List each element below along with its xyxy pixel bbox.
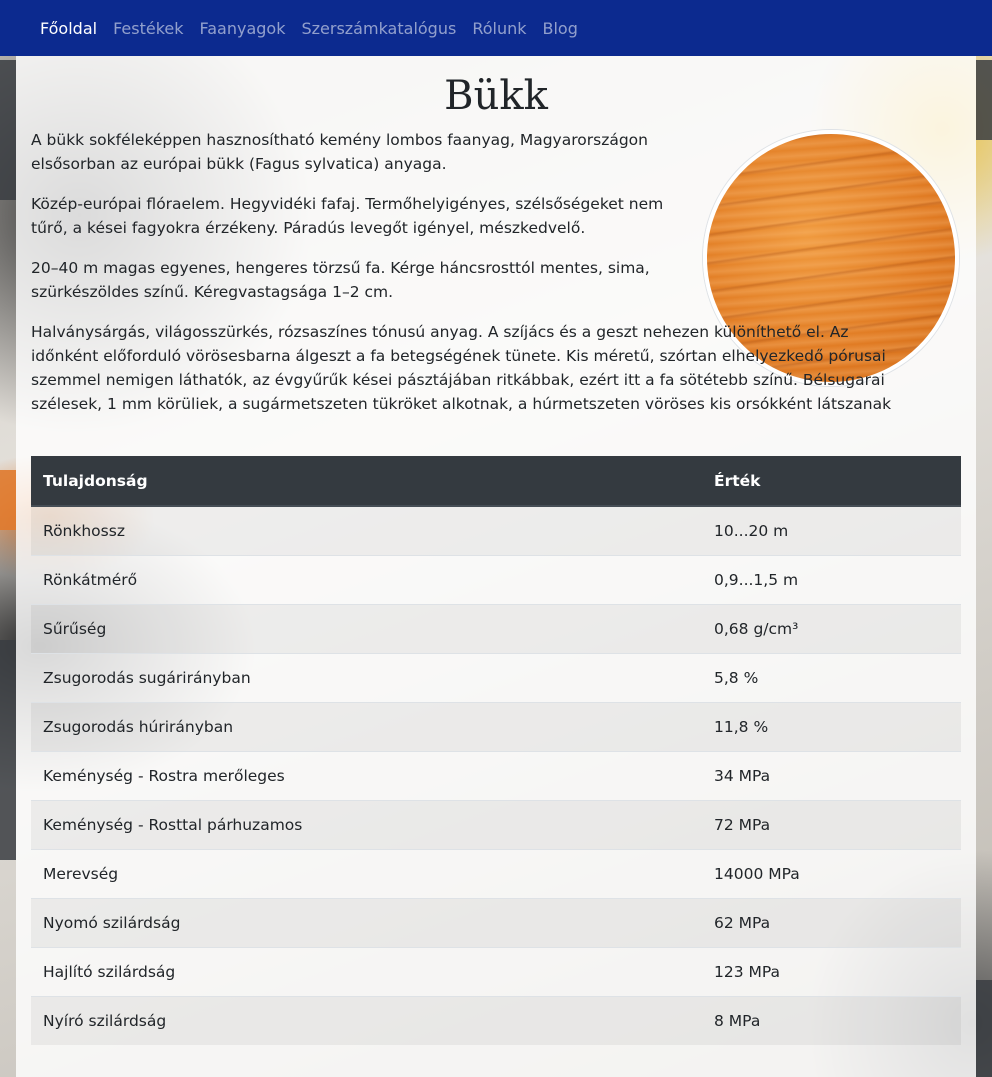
table-row: Nyomó szilárdság 62 MPa	[31, 897, 961, 947]
table-row: Zsugorodás sugárirányban 5,8 %	[31, 652, 961, 702]
header-property: Tulajdonság	[31, 456, 702, 507]
table-row: Hajlító szilárdság 123 MPa	[31, 946, 961, 996]
property-cell: Keménység - Rostra merőleges	[31, 750, 702, 800]
table-row: Rönkhossz 10...20 m	[31, 505, 961, 555]
property-cell: Merevség	[31, 848, 702, 898]
nav-item-blog[interactable]: Blog	[535, 19, 586, 38]
description-paragraph: 20–40 m magas egyenes, hengeres törzsű f…	[31, 259, 650, 301]
value-cell: 72 MPa	[702, 799, 961, 849]
table-row: Merevség 14000 MPa	[31, 848, 961, 898]
property-cell: Zsugorodás húrirányban	[31, 701, 702, 751]
description-paragraph: A bükk sokféleképpen hasznosítható kemén…	[31, 131, 648, 173]
properties-table: Tulajdonság Érték Rönkhossz 10...20 m Rö…	[31, 456, 961, 1045]
nav-item-festekek[interactable]: Festékek	[105, 19, 191, 38]
value-cell: 34 MPa	[702, 750, 961, 800]
property-cell: Rönkhossz	[31, 505, 702, 555]
nav-item-szerszamkatalogus[interactable]: Szerszámkatalógus	[293, 19, 464, 38]
background-tool-shape	[0, 640, 16, 860]
nav-item-rolunk[interactable]: Rólunk	[464, 19, 534, 38]
background-tool-shape	[0, 470, 16, 530]
value-cell: 123 MPa	[702, 946, 961, 996]
property-cell: Sűrűség	[31, 603, 702, 653]
header-value: Érték	[702, 456, 961, 507]
value-cell: 0,9...1,5 m	[702, 554, 961, 604]
nav-item-fooldal[interactable]: Főoldal	[32, 19, 105, 38]
property-cell: Rönkátmérő	[31, 554, 702, 604]
page-title: Bükk	[444, 73, 548, 119]
property-cell: Keménység - Rosttal párhuzamos	[31, 799, 702, 849]
value-cell: 5,8 %	[702, 652, 961, 702]
property-cell: Nyíró szilárdság	[31, 995, 702, 1045]
description-paragraph: Közép-európai flóraelem. Hegyvidéki fafa…	[31, 195, 664, 237]
table-row: Keménység - Rosttal párhuzamos 72 MPa	[31, 799, 961, 849]
description-paragraph: Halványsárgás, világosszürkés, rózsaszín…	[31, 323, 892, 413]
description: A bükk sokféleképpen hasznosítható kemén…	[31, 128, 961, 432]
value-cell: 11,8 %	[702, 701, 961, 751]
property-cell: Zsugorodás sugárirányban	[31, 652, 702, 702]
background-tool-shape	[976, 980, 992, 1077]
value-cell: 62 MPa	[702, 897, 961, 947]
value-cell: 14000 MPa	[702, 848, 961, 898]
value-cell: 10...20 m	[702, 505, 961, 555]
value-cell: 8 MPa	[702, 995, 961, 1045]
value-cell: 0,68 g/cm³	[702, 603, 961, 653]
table-row: Sűrűség 0,68 g/cm³	[31, 603, 961, 653]
table-row: Nyíró szilárdság 8 MPa	[31, 995, 961, 1045]
top-navbar: Főoldal Festékek Faanyagok Szerszámkatal…	[0, 0, 992, 56]
table-header-row: Tulajdonság Érték	[31, 456, 961, 507]
table-row: Keménység - Rostra merőleges 34 MPa	[31, 750, 961, 800]
table-row: Rönkátmérő 0,9...1,5 m	[31, 554, 961, 604]
nav-item-faanyagok[interactable]: Faanyagok	[192, 19, 294, 38]
property-cell: Nyomó szilárdság	[31, 897, 702, 947]
table-row: Zsugorodás húrirányban 11,8 %	[31, 701, 961, 751]
property-cell: Hajlító szilárdság	[31, 946, 702, 996]
